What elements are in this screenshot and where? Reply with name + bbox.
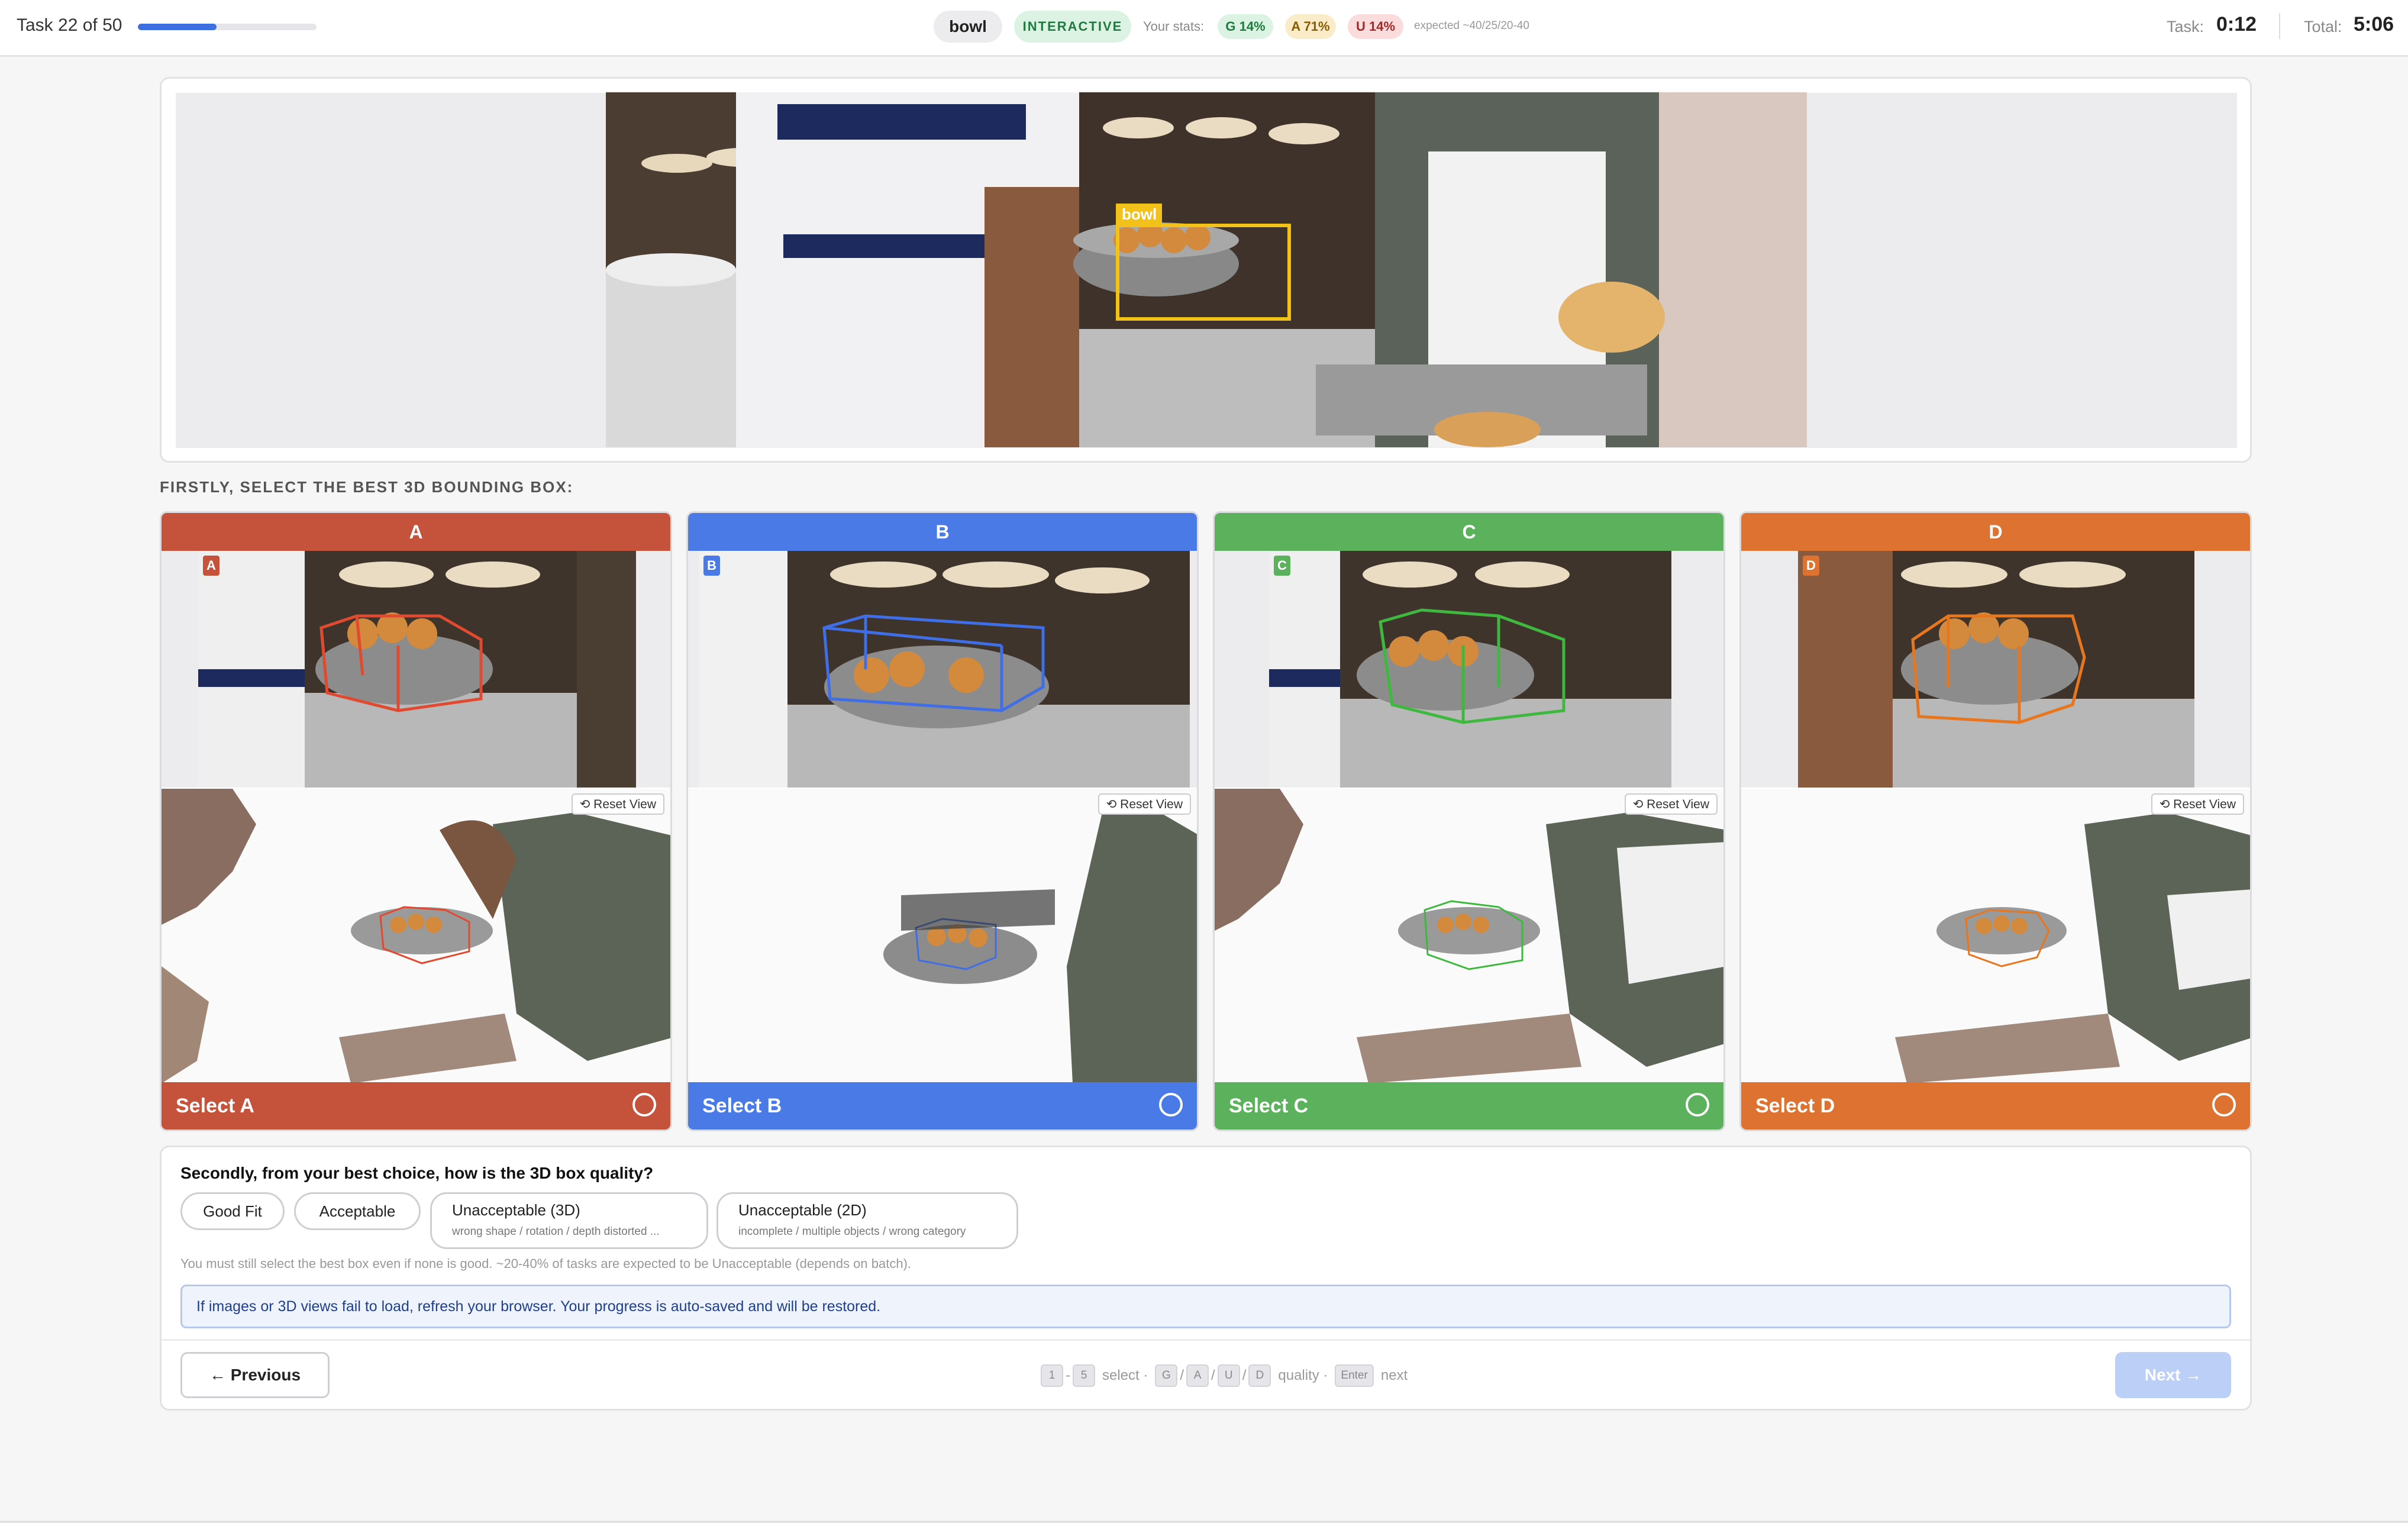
info-banner: If images or 3D views fail to load, refr…: [180, 1285, 2231, 1328]
option-image-a: A: [162, 551, 670, 788]
option-tag-c: C: [1274, 556, 1290, 576]
unacceptable-2d-subtitle: incomplete / multiple objects / wrong ca…: [738, 1225, 966, 1238]
2d-box-label: bowl: [1122, 205, 1157, 223]
option-tag-d: D: [1803, 556, 1819, 576]
pointcloud-view-a[interactable]: ⟲ Reset View: [162, 789, 670, 1083]
task-timer: 0:12: [2216, 13, 2257, 36]
task-counter: Task 22 of 50: [17, 15, 122, 35]
mode-badge: INTERACTIVE: [1014, 11, 1131, 43]
key-d: D: [1248, 1364, 1271, 1387]
select-label-d: Select D: [1755, 1094, 1835, 1117]
keyboard-hint: 1-5 select · G / A / U / D quality · Enter …: [1038, 1364, 1412, 1388]
key-g: G: [1155, 1364, 1178, 1387]
option-tag-b: B: [703, 556, 720, 576]
pointcloud-view-b[interactable]: ⟲ Reset View: [688, 789, 1197, 1083]
pointcloud-view-d[interactable]: ⟲ Reset View: [1741, 789, 2250, 1083]
reset-view-button-d[interactable]: ⟲ Reset View: [2151, 793, 2244, 815]
option-header-b: B: [688, 513, 1197, 551]
quality-unacceptable-2d-button[interactable]: Unacceptable (2D) incomplete / multiple …: [716, 1192, 1018, 1249]
category-badge: bowl: [934, 11, 1002, 43]
quality-question: Secondly, from your best choice, how is …: [180, 1164, 654, 1182]
select-label-a: Select A: [176, 1094, 254, 1117]
next-button[interactable]: Next →: [2115, 1352, 2231, 1398]
key-1: 1: [1041, 1364, 1063, 1387]
quality-good-fit-button[interactable]: Good Fit: [180, 1192, 285, 1230]
option-tag-a: A: [203, 556, 220, 576]
select-button-a[interactable]: Select A: [162, 1082, 670, 1130]
option-image-c: C: [1215, 551, 1723, 788]
option-card-d[interactable]: D D ⟲ Reset View Select D: [1739, 511, 2252, 1131]
task-progress-bar: [138, 24, 317, 30]
option-card-c[interactable]: C C ⟲ Reset View Select C: [1213, 511, 1725, 1131]
select-radio-d[interactable]: [2212, 1093, 2236, 1117]
option-header-d: D: [1741, 513, 2250, 551]
unacceptable-2d-title: Unacceptable (2D): [738, 1201, 867, 1219]
section-title: FIRSTLY, SELECT THE BEST 3D BOUNDING BOX…: [160, 478, 574, 496]
expected-distribution: expected ~40/25/20-40: [1414, 20, 1529, 32]
quality-card: Secondly, from your best choice, how is …: [160, 1146, 2252, 1411]
reset-view-button-c[interactable]: ⟲ Reset View: [1624, 793, 1718, 815]
previous-button[interactable]: ← Previous: [180, 1352, 330, 1398]
unacceptable-3d-title: Unacceptable (3D): [452, 1201, 580, 1219]
reset-view-button-a[interactable]: ⟲ Reset View: [571, 793, 664, 815]
select-label-c: Select C: [1229, 1094, 1309, 1117]
task-progress-fill: [138, 24, 217, 30]
select-radio-a[interactable]: [632, 1093, 656, 1117]
total-timer: 5:06: [2354, 13, 2394, 36]
option-image-b: B: [688, 551, 1197, 788]
timer-divider: [2279, 13, 2280, 39]
option-card-a[interactable]: A A ⟲ Reset View Select A: [160, 511, 672, 1131]
stat-unacceptable-badge: U 14%: [1348, 14, 1403, 39]
hint-quality: quality ·: [1278, 1367, 1328, 1383]
hint-next: next: [1380, 1367, 1408, 1383]
select-radio-b[interactable]: [1159, 1093, 1183, 1117]
unacceptable-3d-subtitle: wrong shape / rotation / depth distorted…: [452, 1225, 660, 1238]
stat-acceptable-badge: A 71%: [1285, 14, 1336, 39]
hint-select: select ·: [1102, 1367, 1148, 1383]
quality-unacceptable-3d-button[interactable]: Unacceptable (3D) wrong shape / rotation…: [430, 1192, 708, 1249]
total-timer-label: Total:: [2304, 18, 2342, 36]
stat-good-badge: G 14%: [1218, 14, 1273, 39]
quality-note: You must still select the best box even …: [180, 1256, 912, 1271]
select-button-c[interactable]: Select C: [1215, 1082, 1723, 1130]
reference-photo: bowl: [606, 92, 1807, 447]
key-enter: Enter: [1335, 1364, 1374, 1387]
reset-view-button-b[interactable]: ⟲ Reset View: [1098, 793, 1191, 815]
key-u: U: [1217, 1364, 1240, 1387]
option-image-d: D: [1741, 551, 2250, 788]
quality-acceptable-button[interactable]: Acceptable: [294, 1192, 421, 1230]
top-bar: Task 22 of 50 bowl INTERACTIVE Your stat…: [0, 0, 2408, 57]
pointcloud-view-c[interactable]: ⟲ Reset View: [1215, 789, 1723, 1083]
task-timer-label: Task:: [2167, 18, 2204, 36]
key-a: A: [1186, 1364, 1209, 1387]
option-header-a: A: [162, 513, 670, 551]
option-card-b[interactable]: B B ⟲ Reset View Select B: [686, 511, 1199, 1131]
option-header-c: C: [1215, 513, 1723, 551]
key-5: 5: [1073, 1364, 1095, 1387]
select-button-b[interactable]: Select B: [688, 1082, 1197, 1130]
nav-divider: [162, 1339, 2250, 1341]
page-bottom-border: [0, 1521, 2408, 1523]
kitchen-scene-image: bowl: [606, 92, 1807, 447]
select-label-b: Select B: [702, 1094, 782, 1117]
select-radio-c[interactable]: [1686, 1093, 1709, 1117]
select-button-d[interactable]: Select D: [1741, 1082, 2250, 1130]
stats-label: Your stats:: [1143, 19, 1205, 34]
